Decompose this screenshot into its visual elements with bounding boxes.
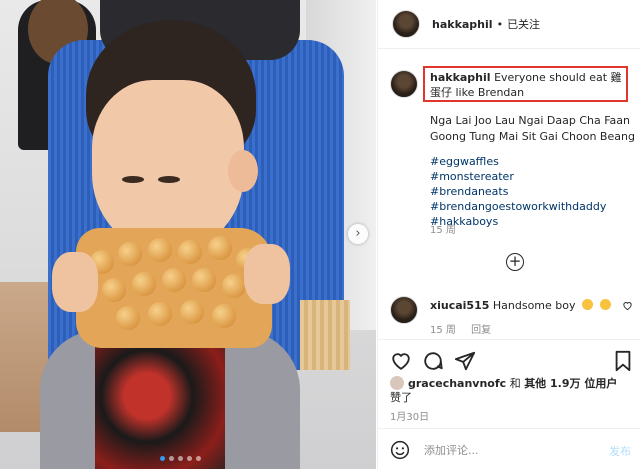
waffle-bubble: [102, 278, 126, 302]
waffle-bubble: [162, 268, 186, 292]
post-photo[interactable]: ›: [0, 0, 376, 469]
comment-body: xiucai515 Handsome boy: [430, 299, 611, 312]
waffle-bubble: [212, 304, 236, 328]
plus-circle-icon: +: [508, 252, 522, 270]
carousel-dot: [187, 456, 192, 461]
child-left-eye: [122, 176, 144, 183]
waffle-bubble: [118, 242, 142, 266]
post-header: hakkaphil • 已关注: [378, 0, 640, 49]
caption-romanized-text: Nga Lai Joo Lau Ngai Daap Cha Faan Goong…: [430, 114, 635, 143]
child-sequin-shirt: [95, 340, 225, 469]
caption-avatar-wrap: [390, 70, 424, 98]
comment-bar: 发布: [378, 428, 640, 470]
post-comment-button[interactable]: 发布: [609, 443, 631, 459]
comment-like-icon[interactable]: [622, 300, 633, 311]
caption-username[interactable]: hakkaphil: [430, 71, 491, 84]
comment-timestamp: 15 周: [430, 325, 456, 336]
carousel-dot: [196, 456, 201, 461]
egg-waffle: [76, 228, 272, 348]
waffle-bubble: [148, 302, 172, 326]
chevron-right-icon: ›: [355, 226, 361, 241]
next-slide-button[interactable]: ›: [348, 224, 368, 244]
hashtag-link[interactable]: #brendangoestoworkwithdaddy: [430, 199, 606, 214]
hashtag-link[interactable]: #brendaneats: [430, 184, 606, 199]
comment-meta: 15 周 回复: [430, 321, 503, 336]
reply-button[interactable]: 回复: [471, 325, 491, 336]
action-bar: [378, 339, 640, 372]
paper-plane-icon[interactable]: [454, 350, 476, 372]
waffle-bubble: [148, 238, 172, 262]
waffle-bubble: [180, 300, 204, 324]
header-username[interactable]: hakkaphil: [432, 18, 493, 31]
post-side-panel: hakkaphil • 已关注 hakkaphil Everyone shoul…: [377, 0, 640, 469]
caption-timestamp: 15 周: [430, 225, 456, 236]
waffle-bubble: [222, 274, 246, 298]
waffle-bubble: [208, 236, 232, 260]
heart-icon[interactable]: [390, 350, 412, 372]
grinning-face-icon: [582, 299, 594, 310]
post-date: 1月30日: [390, 412, 430, 423]
hashtag-list: #eggwaffles #monstereater #brendaneats #…: [430, 154, 606, 229]
hashtag-link[interactable]: #hakkaboys: [430, 214, 606, 229]
likes-connector: 和: [509, 377, 521, 390]
hashtag-link[interactable]: #eggwaffles: [430, 154, 606, 169]
caption: hakkaphil Everyone should eat 雞蛋仔 like B…: [430, 70, 626, 100]
carousel-dot: [160, 456, 165, 461]
likes-suffix: 赞了: [390, 391, 412, 404]
child-right-eye: [158, 176, 180, 183]
child-ear: [228, 150, 258, 192]
waffle-bubble: [178, 240, 202, 264]
avatar[interactable]: [390, 376, 404, 390]
likes-username[interactable]: gracechanvnofc: [408, 377, 506, 390]
following-status-button[interactable]: 已关注: [507, 16, 540, 32]
avatar[interactable]: [392, 10, 420, 38]
avatar[interactable]: [390, 296, 418, 324]
waffle-bubble: [132, 272, 156, 296]
header-separator: •: [496, 17, 504, 31]
avatar[interactable]: [390, 70, 418, 98]
comment-text: Handsome boy: [492, 299, 576, 312]
waffle-bubble: [116, 306, 140, 330]
wooden-divider: [300, 300, 350, 370]
likes-summary: gracechanvnofc 和 其他 1.9万 位用户 赞了: [390, 376, 630, 405]
carousel-indicator: [160, 456, 201, 461]
bookmark-icon[interactable]: [612, 350, 634, 372]
comment-icon[interactable]: [422, 350, 444, 372]
carousel-dot: [178, 456, 183, 461]
child-right-hand: [244, 244, 290, 304]
comment-username[interactable]: xiucai515: [430, 299, 489, 312]
grinning-face-icon: [599, 299, 611, 310]
carousel-dot: [169, 456, 174, 461]
child-face: [92, 80, 244, 250]
comment-input[interactable]: [422, 438, 596, 462]
child-left-hand: [52, 252, 98, 312]
hashtag-link[interactable]: #monstereater: [430, 169, 606, 184]
load-more-comments-button[interactable]: +: [506, 253, 524, 271]
smiley-icon[interactable]: [390, 440, 410, 460]
likes-others-link[interactable]: 其他 1.9万 位用户: [524, 377, 617, 390]
waffle-bubble: [192, 268, 216, 292]
